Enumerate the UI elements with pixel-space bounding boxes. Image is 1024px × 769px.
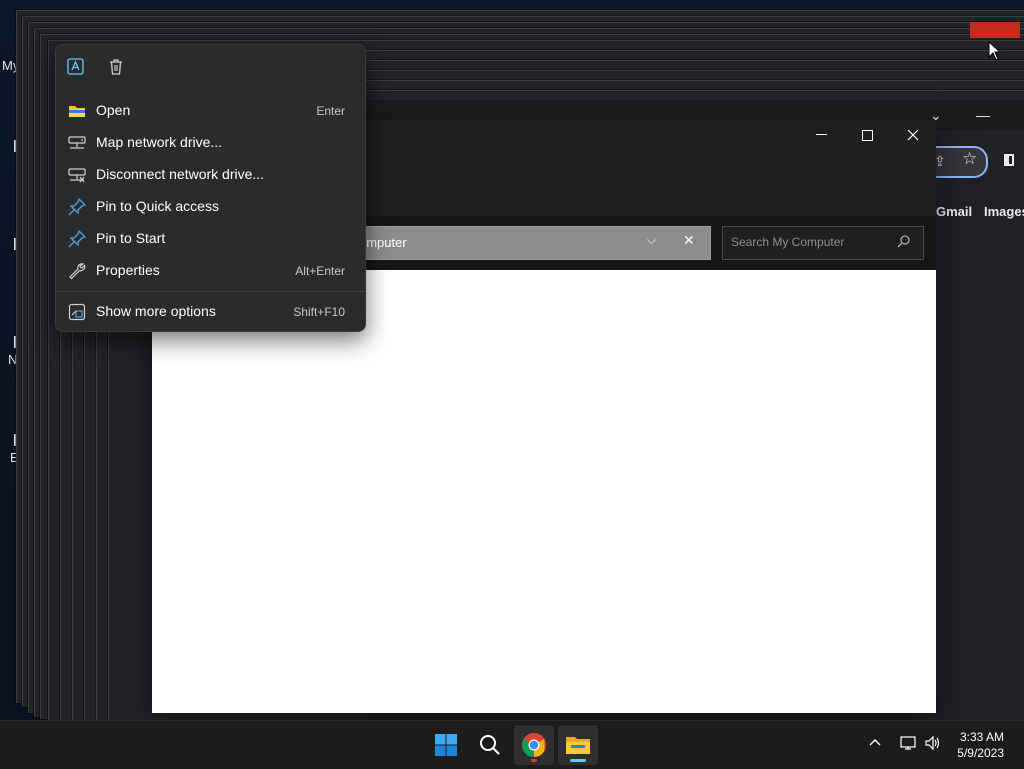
menu-item-label: Properties [96, 262, 160, 278]
clear-icon[interactable]: ✕ [683, 232, 695, 249]
side-panel-icon[interactable] [1004, 154, 1014, 166]
menu-item-properties[interactable]: Properties Alt+Enter [60, 255, 361, 287]
clock-date: 5/9/2023 [957, 746, 1004, 760]
content-area[interactable] [152, 270, 936, 713]
address-text: omputer [359, 235, 407, 250]
menu-item-show-more-options[interactable]: Show more options Shift+F10 [60, 296, 361, 328]
search-box[interactable]: Search My Computer [722, 226, 924, 260]
address-bar[interactable]: omputer ⌵ ✕ [352, 226, 711, 260]
chevron-down-icon[interactable]: ⌵ [647, 233, 656, 248]
menu-item-label: Open [96, 102, 131, 118]
menu-item-disconnect-network-drive[interactable]: Disconnect network drive... [60, 159, 361, 191]
context-menu-toolbar [56, 45, 365, 89]
taskbar: 3:33 AM 5/9/2023 [0, 720, 1024, 769]
chevron-up-icon[interactable] [868, 735, 882, 752]
menu-item-pin-start[interactable]: Pin to Start [60, 223, 361, 255]
pin-icon [68, 230, 86, 248]
menu-separator [56, 291, 365, 292]
menu-item-map-network-drive[interactable]: Map network drive... [60, 127, 361, 159]
close-button[interactable] [890, 120, 936, 150]
search-placeholder: Search My Computer [731, 235, 845, 249]
ai-rename-icon[interactable] [66, 57, 88, 79]
app-active-indicator [570, 759, 586, 762]
start-button[interactable] [426, 725, 466, 765]
search-icon [480, 735, 500, 755]
mouse-cursor-icon [988, 41, 1002, 61]
wrench-icon [69, 263, 86, 280]
menu-item-label: Pin to Start [96, 230, 166, 246]
menu-item-shortcut: Enter [316, 104, 345, 118]
gmail-link[interactable]: Gmail [936, 204, 972, 219]
menu-item-pin-quick-access[interactable]: Pin to Quick access [60, 191, 361, 223]
close-icon [907, 129, 919, 141]
bookmark-star-icon[interactable]: ☆ [962, 150, 977, 167]
search-icon [897, 235, 910, 248]
taskbar-search-button[interactable] [470, 725, 510, 765]
maximize-icon [861, 129, 873, 141]
images-link[interactable]: Images [984, 204, 1024, 219]
clock-time: 3:33 AM [959, 730, 1004, 744]
volume-icon[interactable] [924, 735, 942, 754]
menu-item-label: Show more options [96, 303, 216, 319]
folder-icon [69, 106, 85, 117]
system-clock[interactable]: 3:33 AM 5/9/2023 [957, 729, 1004, 761]
taskbar-file-explorer-button[interactable] [558, 725, 598, 765]
network-drive-icon [68, 136, 86, 149]
menu-item-label: Pin to Quick access [96, 198, 219, 214]
menu-item-open[interactable]: Open Enter [60, 95, 361, 127]
menu-item-shortcut: Shift+F10 [293, 305, 345, 319]
delete-icon[interactable] [106, 57, 128, 79]
taskbar-chrome-button[interactable] [514, 725, 554, 765]
minimize-icon[interactable]: — [976, 108, 990, 122]
minimize-button[interactable] [798, 120, 844, 150]
menu-item-label: Disconnect network drive... [96, 166, 265, 182]
close-button-remnant [970, 22, 1020, 38]
chrome-icon [521, 733, 546, 757]
context-menu: Open Enter Map network drive... Disconne… [55, 44, 366, 332]
maximize-button[interactable] [844, 120, 890, 150]
more-options-icon [68, 303, 86, 321]
network-icon[interactable] [900, 735, 918, 754]
file-explorer-icon [566, 737, 590, 754]
app-running-indicator [531, 759, 537, 762]
start-icon [435, 734, 457, 756]
pin-icon [68, 198, 86, 216]
disconnect-drive-icon [68, 168, 86, 183]
menu-item-shortcut: Alt+Enter [295, 264, 345, 278]
minimize-icon [815, 134, 827, 135]
menu-item-label: Map network drive... [96, 134, 223, 150]
